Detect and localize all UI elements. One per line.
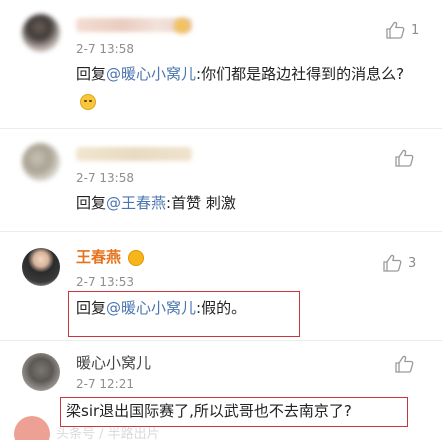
like-button[interactable]: 3 <box>382 254 416 272</box>
avatar[interactable] <box>22 353 60 391</box>
comment-item: 王春燕 2-7 13:53 回复@暖心小窝儿:假的。 3 <box>0 232 442 341</box>
comment-reply: 梁sir退出国际赛了,所以武哥也不去南京了? <box>66 397 412 425</box>
thumbs-up-icon <box>394 355 414 373</box>
comment-author[interactable]: 暖心小窝儿 <box>76 352 151 374</box>
like-button[interactable] <box>394 355 420 373</box>
reply-prefix: 回复 <box>76 299 107 317</box>
comment-reply: 回复@暖心小窝儿:假的。 <box>76 294 416 322</box>
comment-author[interactable]: 王春燕 <box>76 246 121 268</box>
like-button[interactable]: 1 <box>385 21 419 39</box>
comment-time: 2-7 12:21 <box>76 377 134 391</box>
mention-link[interactable]: @暖心小窝儿 <box>106 65 196 83</box>
thumbs-up-icon <box>385 21 405 39</box>
reply-prefix: 回复 <box>76 65 107 83</box>
mention-link[interactable]: @王春燕 <box>106 194 166 212</box>
thumbs-up-icon <box>382 254 402 272</box>
like-count: 3 <box>408 255 417 271</box>
comment-item: 2-7 13:58 回复@王春燕:首赞 刺激 <box>0 129 442 232</box>
vip-badge-icon <box>128 250 144 266</box>
avatar[interactable] <box>22 143 60 181</box>
comment-reply: 回复@暖心小窝儿:你们都是路边社得到的消息么? <box>76 60 416 116</box>
reply-text: :假的。 <box>196 299 247 317</box>
comment-time: 2-7 13:58 <box>76 42 134 56</box>
avatar[interactable] <box>22 14 60 52</box>
smile-emoji-icon <box>80 94 96 110</box>
comment-thread: 2-7 13:58 回复@暖心小窝儿:你们都是路边社得到的消息么? 1 2-7 … <box>0 0 442 440</box>
comment-reply: 回复@王春燕:首赞 刺激 <box>76 189 416 217</box>
watermark-text: 头条号 / 半路出片 <box>56 427 160 440</box>
vip-badge-icon <box>174 18 190 34</box>
comment-time: 2-7 13:53 <box>76 275 134 289</box>
thumbs-up-icon <box>394 149 414 167</box>
comment-item: 2-7 13:58 回复@暖心小窝儿:你们都是路边社得到的消息么? 1 <box>0 0 442 129</box>
like-count: 1 <box>411 22 420 38</box>
comment-author[interactable] <box>76 147 192 161</box>
like-button[interactable] <box>394 149 420 167</box>
reply-text: 梁sir退出国际赛了,所以武哥也不去南京了? <box>66 402 352 420</box>
reply-prefix: 回复 <box>76 194 107 212</box>
avatar[interactable] <box>22 248 60 286</box>
reply-text: :首赞 刺激 <box>166 194 236 212</box>
comment-time: 2-7 13:58 <box>76 171 134 185</box>
reply-text: :你们都是路边社得到的消息么? <box>196 65 405 83</box>
mention-link[interactable]: @暖心小窝儿 <box>106 299 196 317</box>
